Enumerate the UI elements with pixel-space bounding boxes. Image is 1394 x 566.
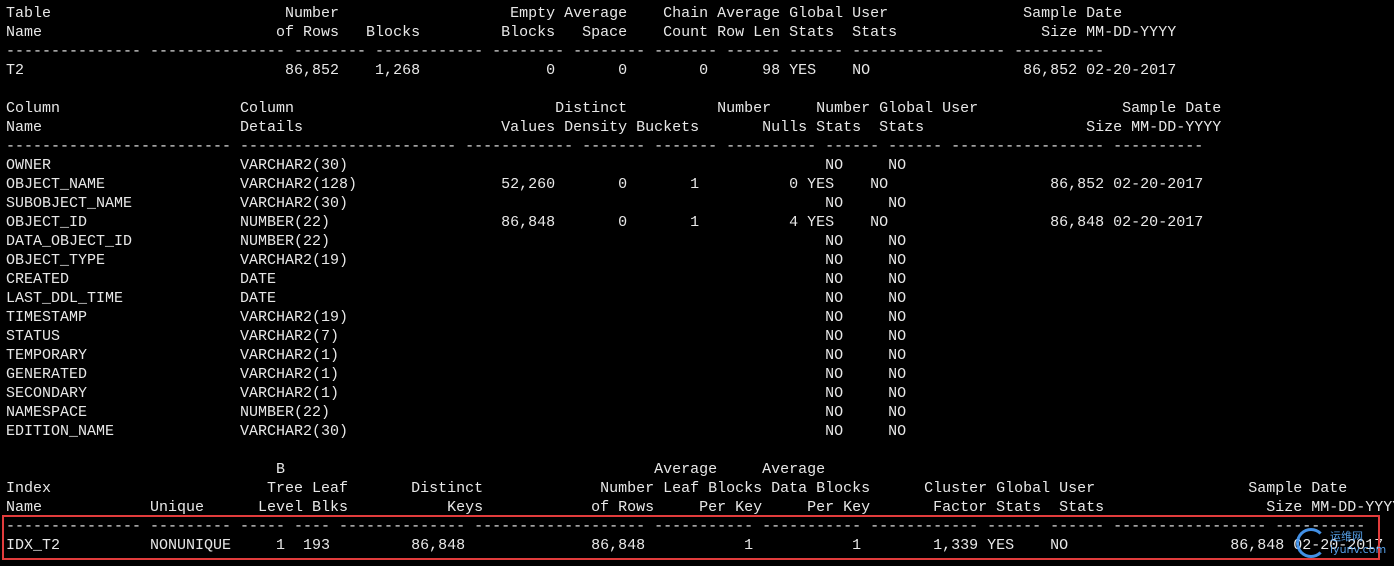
terminal-line: --------------- --------------- --------… [6,43,1105,60]
terminal-line: TIMESTAMP VARCHAR2(19) NO NO [6,309,907,326]
terminal-line: EDITION_NAME VARCHAR2(30) NO NO [6,423,907,440]
terminal-line: OBJECT_NAME VARCHAR2(128) 52,260 0 1 0 Y… [6,176,1204,193]
terminal-line: Name of Rows Blocks Blocks Space Count R… [6,24,1177,41]
terminal-line: B Average Average [6,461,826,478]
terminal-line: CREATED DATE NO NO [6,271,907,288]
terminal-line: STATUS VARCHAR2(7) NO NO [6,328,907,345]
terminal-line: GENERATED VARCHAR2(1) NO NO [6,366,907,383]
watermark-logo-icon [1296,528,1326,558]
watermark-line1: 运维网 [1330,530,1363,543]
terminal-line: SECONDARY VARCHAR2(1) NO NO [6,385,907,402]
highlight-box [2,515,1380,560]
terminal-line: ------------------------- --------------… [6,138,1204,155]
terminal-line: Name Details Values Density Buckets Null… [6,119,1222,136]
watermark-line2: iyunv.com [1330,543,1387,556]
terminal-line: Index Tree Leaf Distinct Number Leaf Blo… [6,480,1348,497]
watermark: 运维网 iyunv.com [1296,524,1388,562]
terminal-line: LAST_DDL_TIME DATE NO NO [6,290,907,307]
terminal-line: NAMESPACE NUMBER(22) NO NO [6,404,907,421]
terminal-line: SUBOBJECT_NAME VARCHAR2(30) NO NO [6,195,907,212]
terminal-line: OBJECT_ID NUMBER(22) 86,848 0 1 4 YES NO… [6,214,1204,231]
terminal-output: Table Number Empty Average Chain Average… [6,4,1394,555]
terminal-line: T2 86,852 1,268 0 0 0 98 YES NO 86,852 0… [6,62,1177,79]
terminal-line: Column Column Distinct Number Number Glo… [6,100,1222,117]
terminal-line: Table Number Empty Average Chain Average… [6,5,1123,22]
terminal-line: OWNER VARCHAR2(30) NO NO [6,157,907,174]
terminal-line: DATA_OBJECT_ID NUMBER(22) NO NO [6,233,907,250]
terminal-line: OBJECT_TYPE VARCHAR2(19) NO NO [6,252,907,269]
terminal-line: TEMPORARY VARCHAR2(1) NO NO [6,347,907,364]
